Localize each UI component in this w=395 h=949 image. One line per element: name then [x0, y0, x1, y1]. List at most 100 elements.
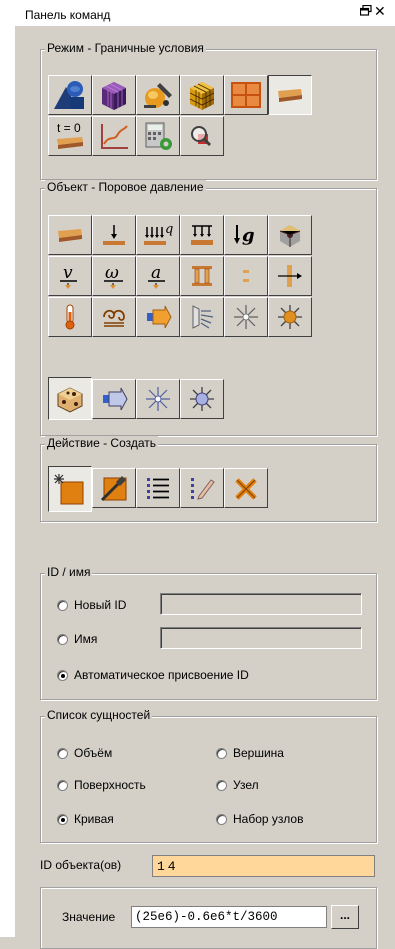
mode-calculator-button[interactable]	[136, 116, 180, 156]
entity-radio[interactable]	[216, 813, 227, 825]
mode-initial-condition-button[interactable]: t = 0	[48, 116, 92, 156]
auto-id-option[interactable]: Автоматическое присвоение ID	[57, 668, 249, 682]
object-velocity-button[interactable]: v	[48, 256, 92, 296]
entity-label: Поверхность	[74, 778, 146, 792]
object-dashed-constraint-button[interactable]	[224, 256, 268, 296]
heat-flux-arrow-icon	[99, 385, 129, 413]
object-point-load-button[interactable]	[92, 215, 136, 255]
mode-grid-button[interactable]	[224, 75, 268, 115]
object-radiation-2-button[interactable]	[136, 379, 180, 419]
mode-function-button[interactable]	[92, 116, 136, 156]
left-gutter	[0, 26, 15, 937]
entity-id-field[interactable]: 14	[152, 855, 375, 877]
entity-label: Вершина	[233, 746, 284, 760]
object-axial-displacement-button[interactable]	[268, 256, 312, 296]
entity-group-legend: Список сущностей	[45, 708, 153, 722]
object-temperature-button[interactable]	[48, 297, 92, 337]
entity-option-nodeset[interactable]: Набор узлов	[216, 812, 303, 826]
action-group-legend: Действие - Создать	[45, 436, 159, 450]
auto-id-radio[interactable]	[57, 669, 68, 681]
mode-volume-button[interactable]	[48, 75, 92, 115]
auto-id-label: Автоматическое присвоение ID	[74, 668, 249, 682]
object-gravity-button[interactable]: g	[224, 215, 268, 255]
object-acceleration-button[interactable]: a	[136, 256, 180, 296]
volume-heat-cube-icon	[54, 384, 86, 414]
object-heat-source-2-button[interactable]	[180, 379, 224, 419]
mode-hex-mesh-button[interactable]	[180, 75, 224, 115]
svg-text:a: a	[151, 263, 161, 283]
new-id-radio[interactable]	[57, 599, 68, 611]
point-load-icon	[99, 221, 129, 249]
entity-radio[interactable]	[57, 779, 68, 791]
function-graph-icon	[96, 120, 132, 152]
object-angular-velocity-button[interactable]: ω	[92, 256, 136, 296]
object-distributed-load-button[interactable]: q	[136, 215, 180, 255]
close-icon[interactable]: ✕	[374, 3, 386, 20]
entity-option-volume[interactable]: Объём	[57, 746, 112, 760]
action-edit-list-button[interactable]	[180, 468, 224, 508]
entity-option-surface[interactable]: Поверхность	[57, 778, 146, 792]
entity-id-value: 14	[157, 859, 179, 874]
calculator-settings-icon	[140, 120, 176, 152]
entity-radio-selected[interactable]	[57, 813, 68, 825]
object-surface-flux-button[interactable]	[180, 297, 224, 337]
entity-radio[interactable]	[57, 747, 68, 759]
object-spider-button[interactable]	[268, 215, 312, 255]
initial-condition-icon: t = 0	[52, 119, 88, 153]
entity-option-node[interactable]: Узел	[216, 778, 259, 792]
acceleration-icon: a	[143, 261, 173, 291]
heat-source-blue-icon	[187, 385, 217, 413]
pressure-icon	[187, 221, 217, 249]
entity-radio[interactable]	[216, 779, 227, 791]
object-heat-flux-button[interactable]	[136, 297, 180, 337]
object-volume-heat-button[interactable]	[48, 377, 92, 420]
mode-boundary-conditions-button[interactable]	[268, 75, 312, 115]
svg-text:t = 0: t = 0	[57, 121, 81, 135]
action-list-button[interactable]	[136, 468, 180, 508]
value-field[interactable]: (25e6)-0.6e6*t/3600	[131, 906, 327, 928]
object-radiation-button[interactable]	[224, 297, 268, 337]
value-text: (25e6)-0.6e6*t/3600	[135, 910, 278, 924]
svg-text:g: g	[242, 225, 255, 246]
action-modify-button[interactable]	[92, 468, 136, 508]
column-support-icon	[187, 262, 217, 290]
mode-inspect-button[interactable]	[180, 116, 224, 156]
volume-shapes-icon	[52, 79, 88, 111]
new-id-label: Новый ID	[74, 598, 127, 612]
name-radio[interactable]	[57, 633, 68, 645]
create-new-icon	[53, 472, 87, 506]
edit-list-icon	[187, 474, 217, 502]
entity-option-curve[interactable]: Кривая	[57, 812, 114, 826]
new-id-option[interactable]: Новый ID	[57, 598, 126, 612]
boundary-condition-icon	[275, 85, 305, 105]
heat-surface-flux-icon	[187, 303, 217, 331]
geometry-tools-icon	[140, 79, 176, 111]
object-pore-pressure-button[interactable]	[48, 215, 92, 255]
hex-mesh-cube-icon	[184, 79, 220, 111]
name-option[interactable]: Имя	[57, 632, 97, 646]
float-window-icon[interactable]	[359, 4, 372, 19]
svg-text:ω: ω	[105, 263, 119, 283]
radiation-star-icon	[231, 303, 261, 331]
gravity-icon: g	[229, 221, 263, 249]
pore-pressure-icon	[55, 225, 85, 245]
mode-geometry-button[interactable]	[136, 75, 180, 115]
object-pressure-button[interactable]	[180, 215, 224, 255]
new-id-field[interactable]	[160, 593, 362, 615]
convection-coil-icon	[99, 303, 129, 331]
entity-option-vertex[interactable]: Вершина	[216, 746, 284, 760]
id-group-legend: ID / имя	[45, 565, 93, 579]
browse-button[interactable]: ...	[331, 905, 359, 929]
entity-radio[interactable]	[216, 747, 227, 759]
object-convection-button[interactable]	[92, 297, 136, 337]
action-delete-button[interactable]	[224, 468, 268, 508]
mode-mesh-button[interactable]	[92, 75, 136, 115]
object-heat-flux-2-button[interactable]	[92, 379, 136, 419]
object-heat-source-button[interactable]	[268, 297, 312, 337]
delete-tools-icon	[231, 474, 261, 502]
object-column-button[interactable]	[180, 256, 224, 296]
action-create-button[interactable]	[48, 466, 92, 512]
velocity-icon: v	[55, 261, 85, 291]
svg-text:q: q	[165, 222, 173, 237]
name-field[interactable]	[160, 627, 362, 649]
